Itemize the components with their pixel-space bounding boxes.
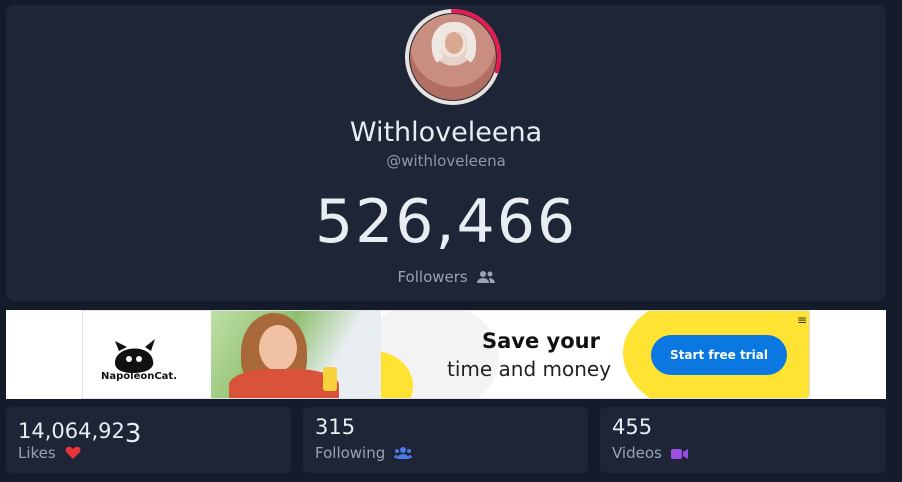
ad-headline: Save your [482, 329, 600, 353]
likes-count-tail: 3 [124, 419, 142, 449]
videos-count-main: 455 [612, 415, 653, 439]
start-free-trial-button[interactable]: Start free trial [651, 335, 787, 375]
followers-label-text: Followers [397, 268, 468, 286]
likes-count-main: 14,064,92 [18, 419, 125, 443]
videos-count: 455 [612, 415, 652, 439]
followers-count: 526,466 [314, 187, 578, 257]
ad-photo [211, 311, 381, 398]
heart-icon [64, 446, 81, 459]
profile-card: Withloveleena @withloveleena 526,466 Fol… [6, 5, 886, 301]
following-count-main: 315 [315, 415, 356, 439]
videos-label: Videos [612, 444, 688, 462]
likes-label-text: Likes [18, 444, 56, 462]
following-count: 315 [315, 415, 355, 439]
users-icon [476, 271, 495, 283]
username-handle[interactable]: @withloveleena [6, 152, 886, 170]
display-name: Withloveleena [349, 117, 543, 148]
videos-label-text: Videos [612, 444, 662, 462]
followers-label: Followers [6, 268, 886, 286]
following-label-text: Following [315, 444, 386, 462]
likes-count: 14,064,923 [18, 415, 141, 449]
avatar[interactable] [404, 8, 502, 106]
following-label: Following [315, 444, 413, 462]
users-icon [394, 447, 413, 459]
avatar-image [410, 14, 496, 100]
ad-menu-icon[interactable]: ≡ [797, 313, 807, 327]
likes-card: 14,064,923 Likes [6, 407, 291, 473]
ad-brand: NapoleonCat. [101, 371, 178, 382]
ad-strip: NapoleonCat. Save your time and money St… [6, 310, 886, 399]
videos-card: 455 Videos [600, 407, 886, 473]
video-icon [670, 449, 688, 459]
ad-subline: time and money [447, 357, 612, 381]
ad-banner[interactable]: NapoleonCat. Save your time and money St… [82, 310, 810, 399]
following-card: 315 Following [303, 407, 588, 473]
likes-label: Likes [18, 444, 81, 462]
